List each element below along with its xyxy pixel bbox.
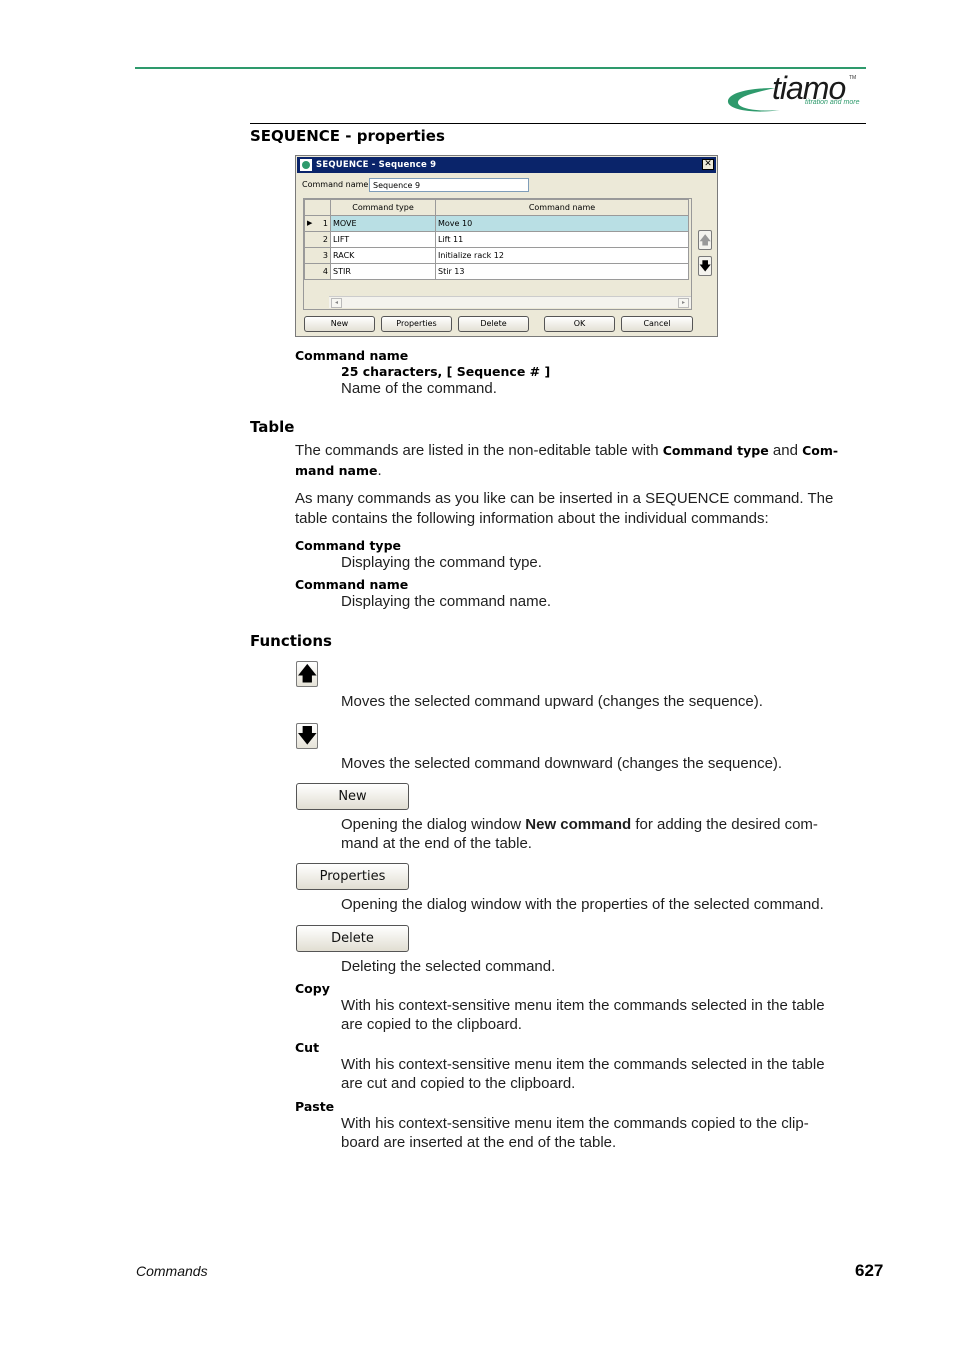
commands-grid: Command type Command name ▶ 1 MOVE Move 1… (304, 199, 689, 280)
param-command-name-label: Command name (295, 348, 409, 363)
fn-copy-desc-line1: With his context-sensitive menu item the… (341, 997, 825, 1014)
cell-command-type: RACK (330, 247, 436, 264)
cell-command-type: MOVE (330, 215, 436, 232)
fn-paste-desc-line2: board are inserted at the end of the tab… (341, 1134, 617, 1151)
fn-cut-desc-line2: are cut and copied to the clipboard. (341, 1075, 576, 1092)
arrow-down-icon: 🡇 (297, 725, 318, 747)
sequence-dialog: SEQUENCE - Sequence 9 ✕ Command name Seq… (295, 155, 718, 337)
dialog-titlebar: SEQUENCE - Sequence 9 ✕ (297, 157, 716, 173)
column-header-command-type[interactable]: Command type (330, 199, 436, 216)
move-up-button[interactable]: 🡅 (698, 230, 712, 250)
table-section-para2-line2: table contains the following information… (295, 510, 769, 527)
fn-copy-desc-line2: are copied to the clipboard. (341, 1016, 522, 1033)
fn-move-up-button[interactable]: 🡅 (296, 661, 318, 687)
arrow-up-icon: 🡅 (699, 233, 712, 247)
cell-command-name: Initialize rack 12 (435, 247, 689, 264)
table-section-para1-cont: mand name. (295, 462, 382, 479)
item-command-name-desc: Displaying the command name. (341, 593, 552, 610)
column-header-command-name[interactable]: Command name (435, 199, 689, 216)
fn-paste-desc-line1: With his context-sensitive menu item the… (341, 1115, 809, 1132)
properties-button[interactable]: Properties (381, 316, 452, 332)
item-command-type-label: Command type (295, 538, 401, 553)
dialog-title: SEQUENCE - Sequence 9 (316, 160, 437, 170)
fn-delete-button[interactable]: Delete (296, 925, 409, 952)
fn-new-desc: Opening the dialog window New command fo… (341, 816, 818, 833)
fn-copy-label: Copy (295, 981, 330, 996)
row-number: 4 (304, 263, 331, 280)
fn-properties-desc: Opening the dialog window with the prope… (341, 896, 824, 913)
table-header-row: Command type Command name (304, 199, 689, 216)
fn-cut-desc-line1: With his context-sensitive menu item the… (341, 1056, 825, 1073)
close-button[interactable]: ✕ (702, 159, 714, 170)
item-command-name-label: Command name (295, 577, 409, 592)
arrow-down-icon: 🡇 (699, 259, 712, 273)
cell-command-name: Lift 11 (435, 231, 689, 248)
arrow-up-icon: 🡅 (297, 663, 318, 685)
tiamo-logo: tiamo TM titration and more (725, 70, 870, 120)
table-section-para1: The commands are listed in the non-edita… (295, 442, 839, 459)
cell-command-name: Move 10 (435, 215, 689, 232)
new-button[interactable]: New (304, 316, 375, 332)
app-icon (300, 159, 312, 171)
cell-command-type: LIFT (330, 231, 436, 248)
delete-button[interactable]: Delete (458, 316, 529, 332)
fn-properties-button[interactable]: Properties (296, 863, 409, 890)
page-title: SEQUENCE - properties (250, 127, 445, 145)
row-number: ▶ 1 (304, 215, 331, 232)
row-header-corner (304, 199, 331, 216)
fn-paste-label: Paste (295, 1099, 335, 1114)
cell-command-type: STIR (330, 263, 436, 280)
fn-new-button[interactable]: New (296, 783, 409, 810)
param-command-name-spec: 25 characters, [ Sequence # ] (341, 364, 551, 379)
row-number: 3 (304, 247, 331, 264)
close-icon: ✕ (704, 159, 712, 169)
fn-move-down-desc: Moves the selected command downward (cha… (341, 755, 783, 772)
ok-button[interactable]: OK (544, 316, 615, 332)
commands-table: Command type Command name ▶ 1 MOVE Move 1… (303, 198, 692, 310)
logo-tm: TM (849, 75, 857, 81)
table-section-para2-line1: As many commands as you like can be inse… (295, 490, 834, 507)
title-rule (250, 123, 866, 124)
functions-section-title: Functions (250, 632, 332, 650)
command-name-label: Command name (302, 180, 369, 189)
row-pointer-icon: ▶ (307, 219, 313, 227)
row-number: 2 (304, 231, 331, 248)
table-section-title: Table (250, 418, 295, 436)
table-row[interactable]: 2 LIFT Lift 11 (304, 231, 689, 248)
param-command-name-desc: Name of the command. (341, 380, 497, 397)
scroll-right-icon[interactable]: ▸ (678, 298, 689, 308)
footer-section-name: Commands (136, 1263, 208, 1279)
table-row[interactable]: 4 STIR Stir 13 (304, 263, 689, 280)
fn-cut-label: Cut (295, 1040, 320, 1055)
scroll-left-icon[interactable]: ◂ (331, 298, 342, 308)
table-row[interactable]: 3 RACK Initialize rack 12 (304, 247, 689, 264)
fn-move-down-button[interactable]: 🡇 (296, 723, 318, 749)
cancel-button[interactable]: Cancel (621, 316, 693, 332)
header-rule (135, 67, 866, 69)
cell-command-name: Stir 13 (435, 263, 689, 280)
move-down-button[interactable]: 🡇 (698, 256, 712, 276)
command-name-input[interactable]: Sequence 9 (369, 178, 529, 192)
table-row[interactable]: ▶ 1 MOVE Move 10 (304, 215, 689, 232)
fn-new-desc-cont: mand at the end of the table. (341, 835, 532, 852)
fn-delete-desc: Deleting the selected command. (341, 958, 556, 975)
item-command-type-desc: Displaying the command type. (341, 554, 542, 571)
horizontal-scrollbar[interactable]: ◂ ▸ (329, 296, 691, 308)
fn-move-up-desc: Moves the selected command upward (chang… (341, 693, 763, 710)
page-number: 627 (855, 1261, 884, 1280)
logo-tagline: titration and more (805, 99, 860, 106)
